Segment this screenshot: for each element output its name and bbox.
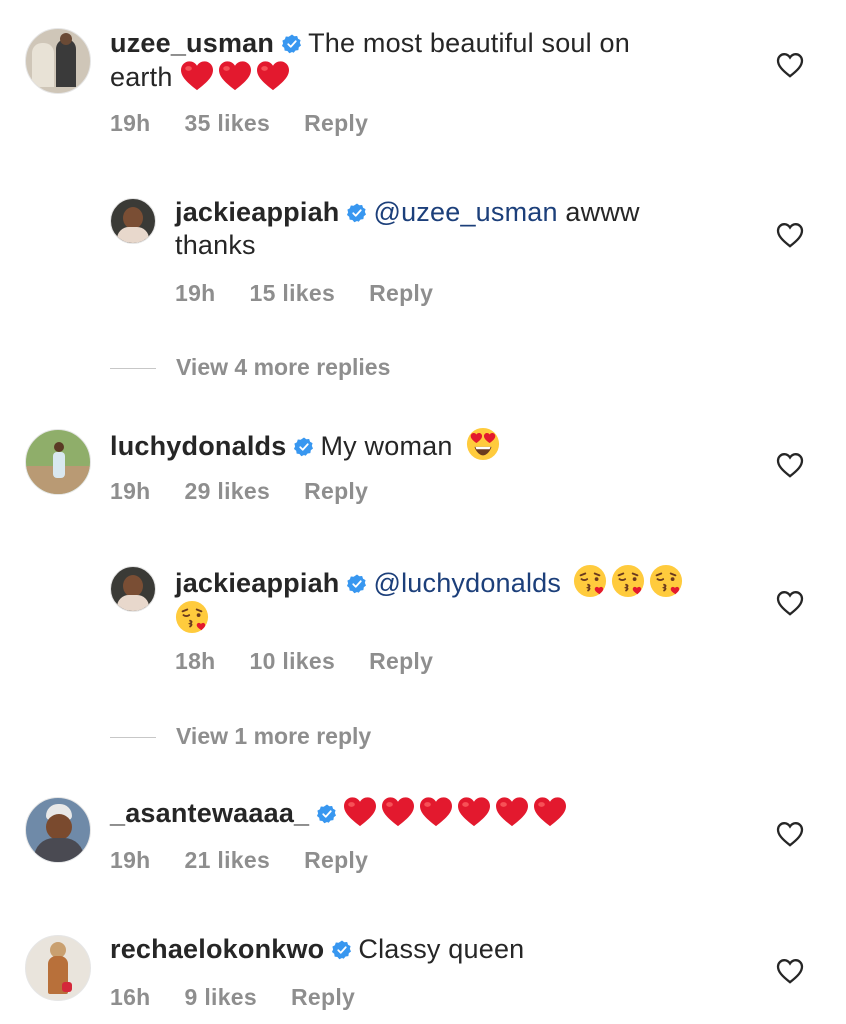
divider-line xyxy=(110,368,156,370)
heart-outline-icon[interactable] xyxy=(776,958,804,984)
reply-button[interactable]: Reply xyxy=(304,110,368,136)
red-heart-emoji xyxy=(495,796,529,828)
comment-body-line2: thanks xyxy=(175,230,256,260)
reply-button[interactable]: Reply xyxy=(369,280,433,306)
red-heart-emoji xyxy=(381,796,415,828)
red-heart-emoji xyxy=(419,796,453,828)
reply-button[interactable]: Reply xyxy=(291,984,355,1010)
comment-body: awww xyxy=(557,197,640,227)
verified-badge-icon xyxy=(282,34,302,54)
likes-count[interactable]: 35 likes xyxy=(185,110,271,136)
username[interactable]: rechaelokonkwo xyxy=(110,934,324,964)
username[interactable]: luchydonalds xyxy=(110,431,286,461)
heart-outline-icon[interactable] xyxy=(776,52,804,78)
comment-meta: 19h 29 likes Reply xyxy=(110,478,402,505)
likes-count[interactable]: 29 likes xyxy=(185,478,271,504)
username[interactable]: uzee_usman xyxy=(110,28,274,58)
comment-body: The most beautiful soul on xyxy=(308,28,630,58)
comment-text: jackieappiah @luchydonalds xyxy=(175,564,755,636)
view-more-label[interactable]: View 1 more reply xyxy=(176,723,371,749)
timestamp: 18h xyxy=(175,648,216,674)
likes-count[interactable]: 21 likes xyxy=(185,847,271,873)
avatar[interactable] xyxy=(25,429,91,495)
comment-text: luchydonalds My woman xyxy=(110,427,750,463)
heart-outline-icon[interactable] xyxy=(776,821,804,847)
likes-count[interactable]: 15 likes xyxy=(250,280,336,306)
reply-button[interactable]: Reply xyxy=(304,478,368,504)
heart-eyes-emoji xyxy=(466,427,500,461)
reply-button[interactable]: Reply xyxy=(304,847,368,873)
verified-badge-icon xyxy=(317,804,337,824)
reply-button[interactable]: Reply xyxy=(369,648,433,674)
face-blowing-kiss-emoji xyxy=(573,564,607,598)
red-heart-emoji xyxy=(457,796,491,828)
heart-outline-icon[interactable] xyxy=(776,590,804,616)
verified-badge-icon xyxy=(347,203,367,223)
comment-body-line2: earth xyxy=(110,62,173,92)
heart-outline-icon[interactable] xyxy=(776,222,804,248)
timestamp: 19h xyxy=(110,847,151,873)
likes-count[interactable]: 10 likes xyxy=(250,648,336,674)
username[interactable]: jackieappiah xyxy=(175,568,339,598)
mention-link[interactable]: @uzee_usman xyxy=(373,197,557,227)
red-heart-emoji xyxy=(343,796,377,828)
comment-text: rechaelokonkwo Classy queen xyxy=(110,933,750,966)
comment-meta: 19h 21 likes Reply xyxy=(110,847,402,874)
avatar[interactable] xyxy=(110,566,156,612)
username[interactable]: _asantewaaaa_ xyxy=(110,798,309,828)
avatar[interactable] xyxy=(25,797,91,863)
heart-outline-icon[interactable] xyxy=(776,452,804,478)
divider-line xyxy=(110,737,156,739)
avatar[interactable] xyxy=(25,935,91,1001)
red-heart-emoji xyxy=(218,60,252,92)
comment-body: My woman xyxy=(320,431,453,461)
timestamp: 19h xyxy=(110,110,151,136)
comment-text: _asantewaaaa_ xyxy=(110,796,750,830)
avatar[interactable] xyxy=(25,28,91,94)
comment-meta: 16h 9 likes Reply xyxy=(110,984,389,1011)
timestamp: 19h xyxy=(175,280,216,306)
verified-badge-icon xyxy=(332,940,352,960)
verified-badge-icon xyxy=(347,574,367,594)
mention-link[interactable]: @luchydonalds xyxy=(373,568,561,598)
verified-badge-icon xyxy=(294,437,314,457)
face-blowing-kiss-emoji xyxy=(175,600,209,634)
likes-count[interactable]: 9 likes xyxy=(185,984,257,1010)
comment-text: jackieappiah @uzee_usman awww thanks xyxy=(175,196,755,262)
username[interactable]: jackieappiah xyxy=(175,197,339,227)
view-more-replies[interactable]: View 4 more replies xyxy=(110,354,390,381)
red-heart-emoji xyxy=(533,796,567,828)
red-heart-emoji xyxy=(256,60,290,92)
face-blowing-kiss-emoji xyxy=(649,564,683,598)
comment-meta: 19h 35 likes Reply xyxy=(110,110,402,137)
comment-body: Classy queen xyxy=(358,934,525,964)
timestamp: 19h xyxy=(110,478,151,504)
comment-meta: 18h 10 likes Reply xyxy=(175,648,467,675)
comment-text: uzee_usman The most beautiful soul on ear… xyxy=(110,27,750,94)
view-more-replies[interactable]: View 1 more reply xyxy=(110,723,371,750)
view-more-label[interactable]: View 4 more replies xyxy=(176,354,390,380)
red-heart-emoji xyxy=(180,60,214,92)
timestamp: 16h xyxy=(110,984,151,1010)
comment-meta: 19h 15 likes Reply xyxy=(175,280,467,307)
face-blowing-kiss-emoji xyxy=(611,564,645,598)
avatar[interactable] xyxy=(110,198,156,244)
